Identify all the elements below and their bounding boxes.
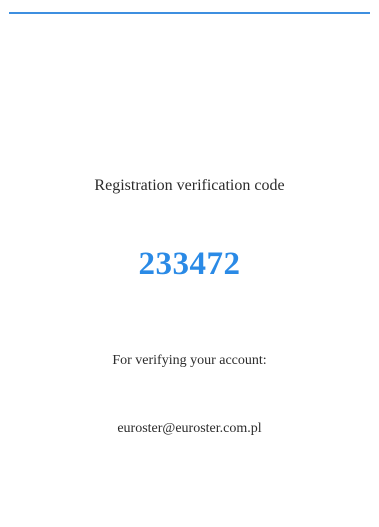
page-title: Registration verification code — [94, 177, 285, 194]
verify-label: For verifying your account: — [112, 353, 267, 368]
verification-email: Registration verification code 233472 Fo… — [0, 0, 379, 527]
account-email: euroster@euroster.com.pl — [117, 421, 262, 436]
verification-code: 233472 — [138, 246, 241, 282]
